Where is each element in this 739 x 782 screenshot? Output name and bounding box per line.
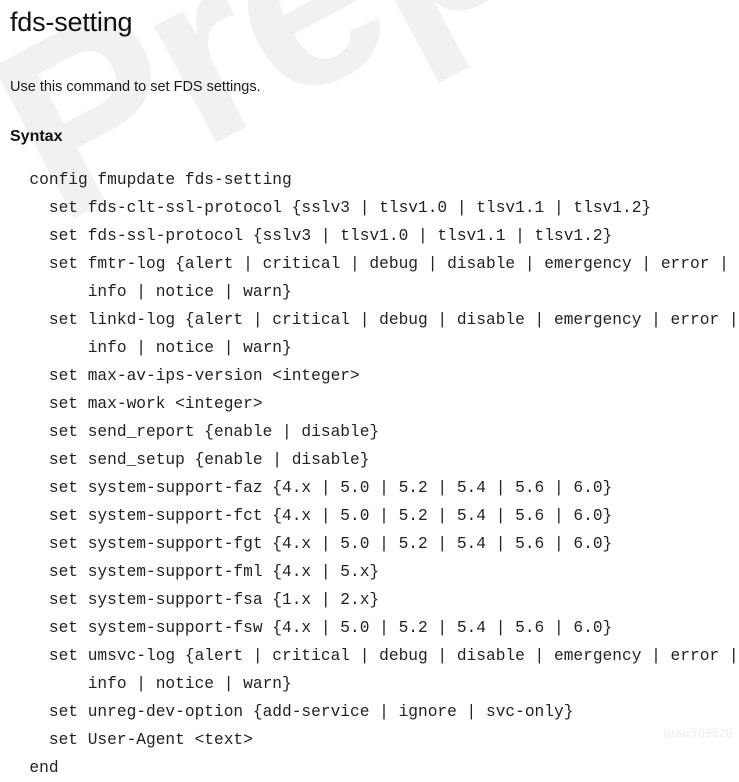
code-line: set system-support-fsw {4.x | 5.0 | 5.2 … <box>10 619 613 638</box>
code-line: info | notice | warn} <box>10 675 292 694</box>
intro-paragraph: Use this command to set FDS settings. <box>10 79 261 96</box>
code-line: set system-support-faz {4.x | 5.0 | 5.2 … <box>10 479 613 498</box>
code-line: set linkd-log {alert | critical | debug … <box>10 311 739 330</box>
code-line: info | notice | warn} <box>10 283 292 302</box>
code-line: set system-support-fml {4.x | 5.x} <box>10 563 380 582</box>
code-line: set system-support-fgt {4.x | 5.0 | 5.2 … <box>10 535 613 554</box>
code-line: set system-support-fct {4.x | 5.0 | 5.2 … <box>10 507 613 526</box>
code-line: set unreg-dev-option {add-service | igno… <box>10 703 574 722</box>
code-line: set fds-clt-ssl-protocol {sslv3 | tlsv1.… <box>10 199 652 218</box>
code-line: end <box>10 759 59 778</box>
code-line: set send_setup {enable | disable} <box>10 451 370 470</box>
code-line: set fds-ssl-protocol {sslv3 | tlsv1.0 | … <box>10 227 613 246</box>
code-line: set send_report {enable | disable} <box>10 423 380 442</box>
code-line: set umsvc-log {alert | critical | debug … <box>10 647 739 666</box>
syntax-section-heading: Syntax <box>10 128 63 146</box>
code-line: set User-Agent <text> <box>10 731 253 750</box>
syntax-code-block: config fmupdate fds-setting set fds-clt-… <box>10 146 739 782</box>
code-line: set system-support-fsa {1.x | 2.x} <box>10 591 380 610</box>
code-line: set fmtr-log {alert | critical | debug |… <box>10 255 729 274</box>
document-page: fds-setting Use this command to set FDS … <box>0 0 739 782</box>
code-line: info | notice | warn} <box>10 339 292 358</box>
code-line: set max-av-ips-version <integer> <box>10 367 360 386</box>
code-line: config fmupdate fds-setting <box>10 171 292 190</box>
page-title: fds-setting <box>10 7 133 37</box>
code-line: set max-work <integer> <box>10 395 263 414</box>
